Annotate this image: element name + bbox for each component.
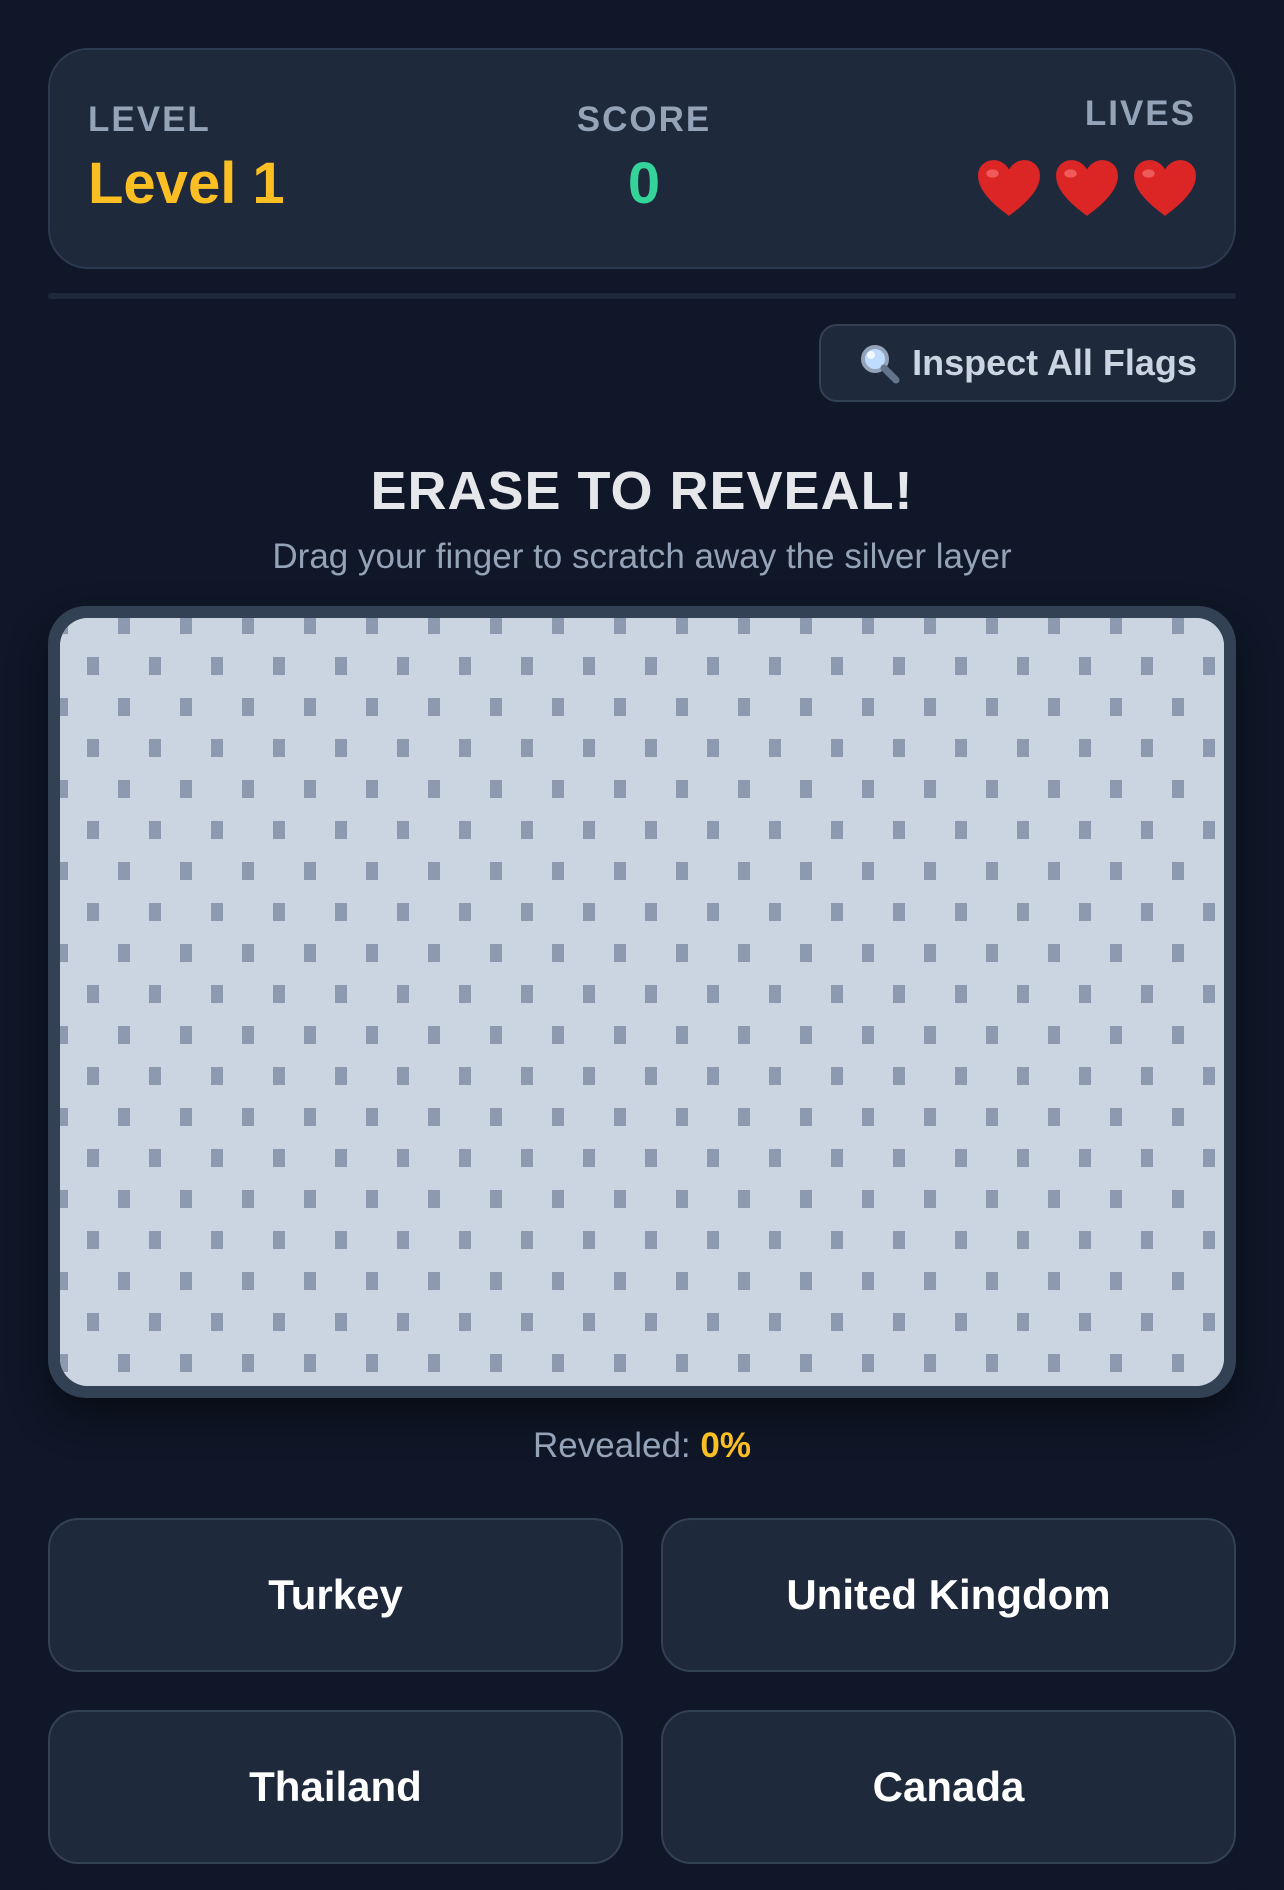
lives-hearts: [976, 158, 1198, 220]
magnifier-icon: [861, 345, 900, 384]
scratch-card-surface[interactable]: [60, 618, 1224, 1386]
silver-layer-pattern: [60, 618, 1224, 1386]
scratch-card-frame: [48, 606, 1236, 1398]
inspect-button-label: Inspect All Flags: [912, 342, 1197, 383]
lives-label: LIVES: [1084, 94, 1196, 133]
game-screen: LEVEL Level 1 SCORE 0 LIVES Inspect All …: [0, 0, 1284, 1890]
header-divider: [48, 293, 1236, 299]
revealed-label: Revealed:: [533, 1426, 701, 1465]
score-label: SCORE: [576, 100, 712, 139]
heart-icon: [1134, 160, 1196, 216]
revealed-progress: Revealed: 0%: [0, 1426, 1284, 1466]
heart-icon: [1056, 160, 1118, 216]
instruction-title: ERASE TO REVEAL!: [370, 461, 914, 521]
stats-header: LEVEL Level 1 SCORE 0 LIVES: [48, 48, 1236, 269]
answer-button-united-kingdom[interactable]: United Kingdom: [661, 1518, 1236, 1672]
inspect-all-flags-button[interactable]: Inspect All Flags: [819, 324, 1236, 402]
heart-icon: [978, 160, 1040, 216]
instruction-subtitle: Drag your finger to scratch away the sil…: [272, 537, 1012, 576]
answer-button-canada[interactable]: Canada: [661, 1710, 1236, 1864]
answer-button-thailand[interactable]: Thailand: [48, 1710, 623, 1864]
revealed-percent: 0%: [700, 1426, 751, 1465]
answer-button-turkey[interactable]: Turkey: [48, 1518, 623, 1672]
